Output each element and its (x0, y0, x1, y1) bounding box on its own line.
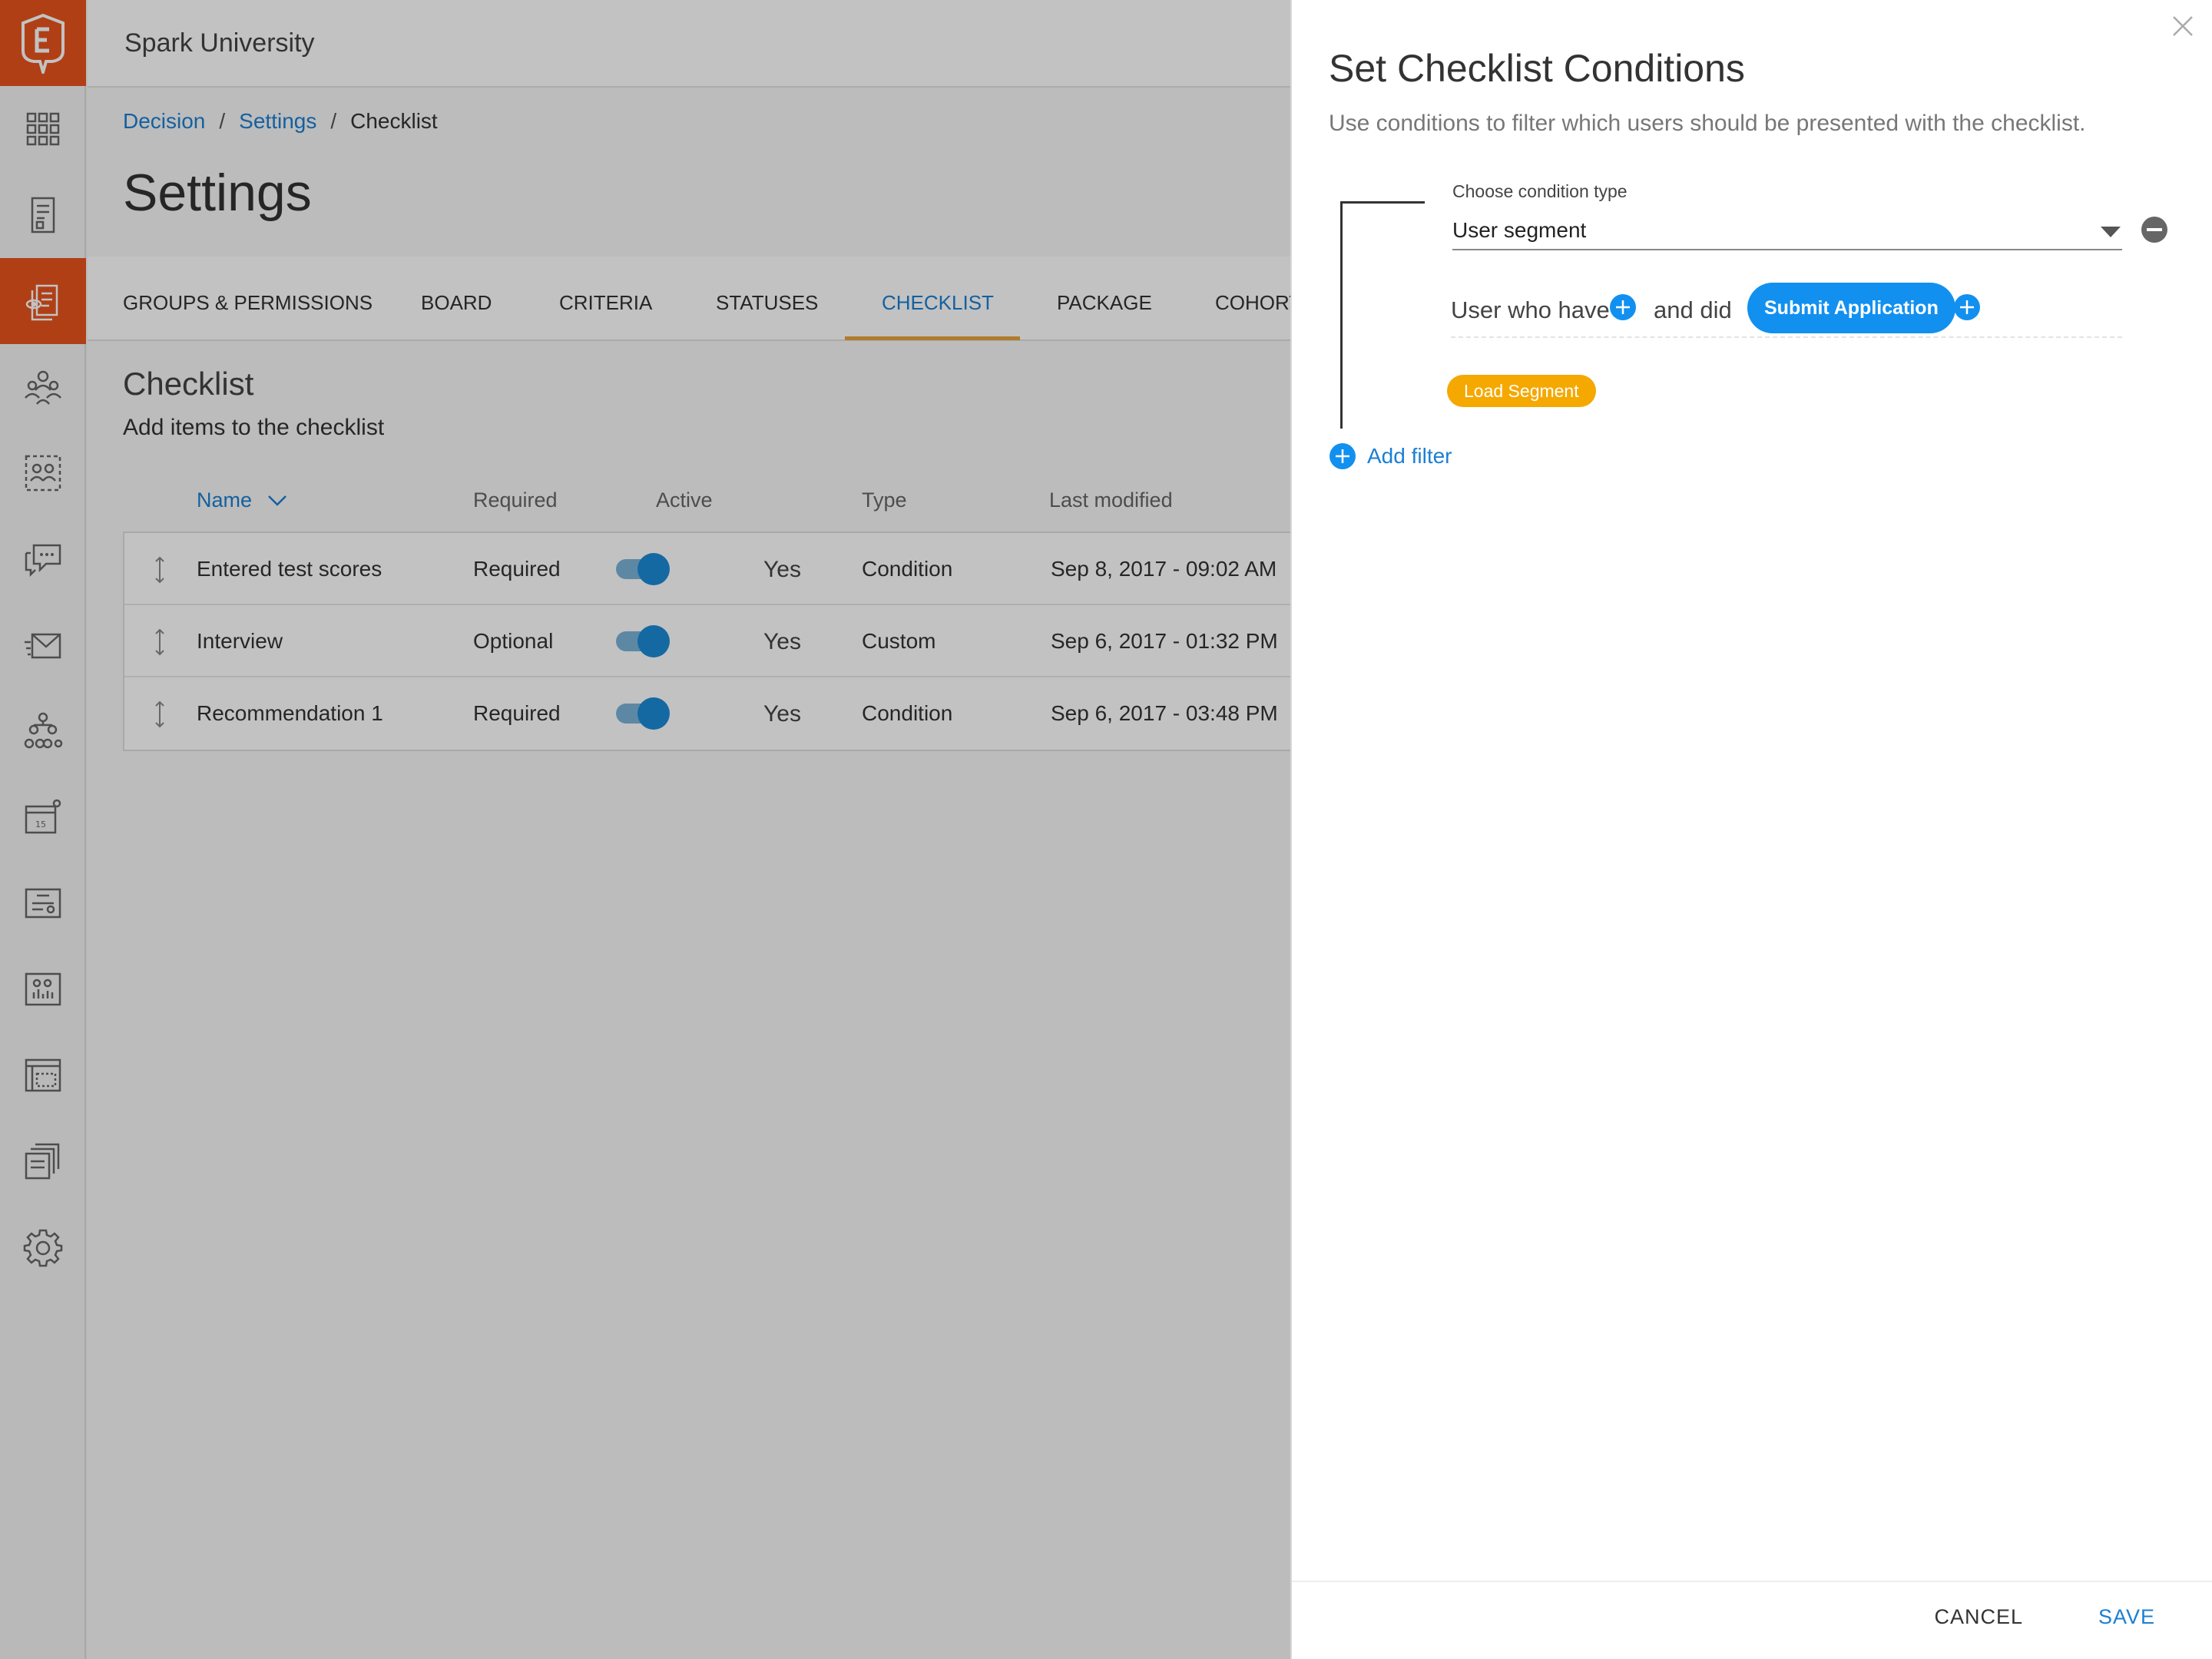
save-button[interactable]: SAVE (2098, 1605, 2155, 1629)
remove-condition-icon[interactable] (2140, 215, 2169, 244)
add-filter-label: Add filter (1367, 444, 1452, 468)
checklist-conditions-panel: Set Checklist Conditions Use conditions … (1290, 0, 2212, 1659)
condition-type-label: Choose condition type (1452, 181, 1628, 201)
dropdown-caret-icon (2101, 227, 2121, 237)
condition-type-value: User segment (1452, 218, 1587, 242)
panel-footer: CANCEL SAVE (1292, 1581, 2212, 1659)
modal-backdrop[interactable] (0, 0, 1290, 1659)
panel-subtitle: Use conditions to filter which users sho… (1329, 111, 2086, 136)
panel-title: Set Checklist Conditions (1329, 47, 1745, 90)
add-filter-button[interactable]: Add filter (1329, 442, 1452, 470)
load-segment-button[interactable]: Load Segment (1447, 375, 1596, 407)
filter-middle-text: and did (1654, 296, 1732, 323)
condition-tree-branch (1340, 201, 1425, 204)
cancel-button[interactable]: CANCEL (1934, 1605, 2023, 1629)
filter-prefix-text: User who have (1451, 296, 1610, 323)
condition-tree-line (1340, 201, 1343, 429)
add-property-icon[interactable] (1609, 293, 1637, 321)
close-icon[interactable] (2171, 14, 2195, 38)
event-pill-button[interactable]: Submit Application (1747, 283, 1955, 333)
add-event-icon[interactable] (1953, 293, 1981, 321)
segment-filter-row: User who have and did Submit Application (1451, 283, 2122, 338)
plus-icon (1330, 443, 1356, 469)
condition-type-select[interactable]: User segment (1452, 214, 2122, 250)
